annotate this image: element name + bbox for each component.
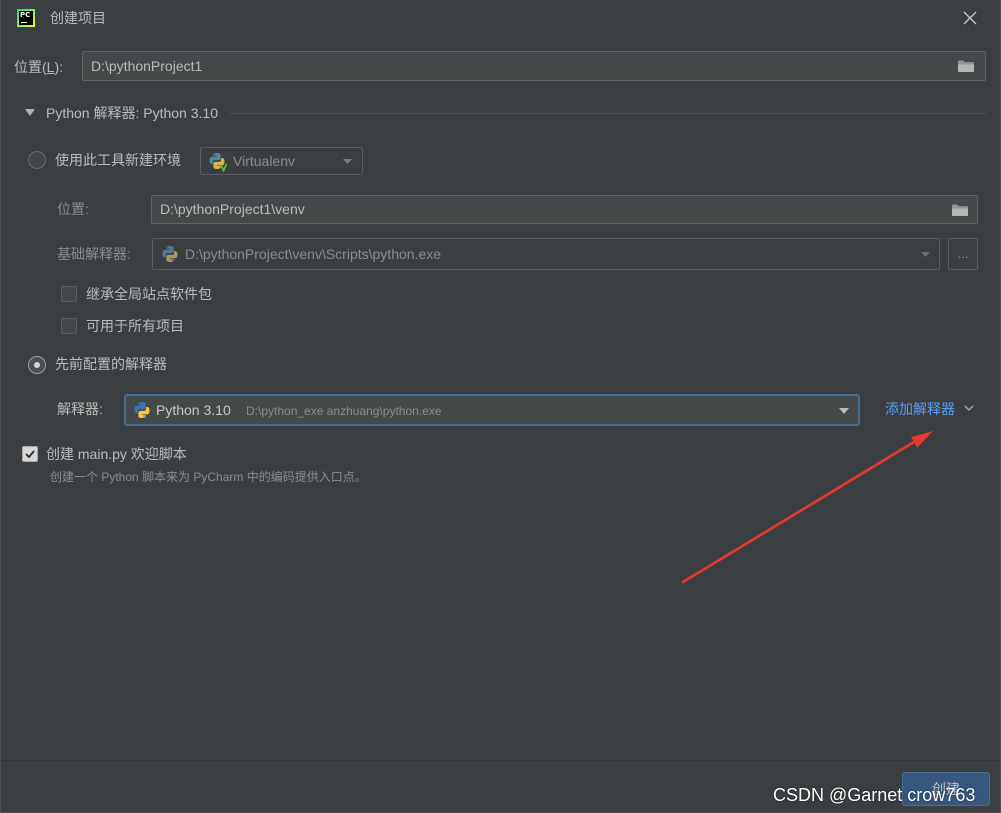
check-icon <box>25 450 35 459</box>
window-title: 创建项目 <box>50 10 106 26</box>
browse-button-label: ... <box>957 246 969 261</box>
location-label-prefix: 位置( <box>14 59 47 75</box>
new-env-label: 使用此工具新建环境 <box>55 152 181 168</box>
welcome-script-label: 创建 main.py 欢迎脚本 <box>46 446 187 462</box>
interpreter-name: Python 3.10 <box>156 402 231 418</box>
location-value: D:\pythonProject1 <box>91 58 203 74</box>
existing-interpreter-label: 先前配置的解释器 <box>55 356 167 372</box>
env-tool-dropdown[interactable]: Virtualenv <box>200 147 363 175</box>
python-icon <box>162 246 178 262</box>
interpreter-section-title: Python 解释器: Python 3.10 <box>46 105 218 121</box>
all-projects-checkbox[interactable] <box>61 318 77 334</box>
dropdown-arrow-icon <box>921 252 930 257</box>
new-env-radio[interactable] <box>28 151 46 169</box>
existing-interpreter-radio[interactable] <box>28 356 46 374</box>
pycharm-logo-icon: PC <box>17 9 35 27</box>
close-icon[interactable] <box>963 11 977 25</box>
location-label-suffix: ): <box>54 59 64 75</box>
footer-divider <box>0 760 1001 761</box>
inherit-packages-label: 继承全局站点软件包 <box>86 286 212 302</box>
location-label: 位置(L): <box>14 57 63 77</box>
env-tool-value: Virtualenv <box>233 153 296 169</box>
triangle-down-icon[interactable] <box>25 109 35 117</box>
venv-location-label: 位置: <box>57 201 89 217</box>
base-interpreter-label: 基础解释器: <box>57 246 131 262</box>
section-divider <box>229 112 986 114</box>
location-input[interactable]: D:\pythonProject1 <box>82 51 986 81</box>
folder-icon[interactable] <box>951 202 969 218</box>
venv-location-value: D:\pythonProject1\venv <box>160 201 305 217</box>
dropdown-arrow-icon <box>343 159 352 164</box>
browse-base-interpreter-button[interactable]: ... <box>948 238 978 270</box>
interpreter-section-header[interactable]: Python 解释器: Python 3.10 <box>25 103 986 123</box>
all-projects-label: 可用于所有项目 <box>86 318 184 334</box>
add-interpreter-link[interactable]: 添加解释器 <box>885 399 955 419</box>
interpreter-label: 解释器: <box>57 401 103 417</box>
folder-icon[interactable] <box>957 58 975 74</box>
interpreter-dropdown[interactable]: Python 3.10 D:\python_exe anzhuang\pytho… <box>124 394 860 426</box>
radio-dot <box>34 362 40 368</box>
base-interpreter-value: D:\pythonProject\venv\Scripts\python.exe <box>185 246 442 262</box>
welcome-script-hint: 创建一个 Python 脚本来为 PyCharm 中的编码提供入口点。 <box>50 470 367 484</box>
dropdown-arrow-icon <box>839 408 849 414</box>
virtualenv-python-icon <box>209 153 228 172</box>
watermark: CSDN @Garnet crow763 <box>773 785 976 805</box>
venv-location-input[interactable]: D:\pythonProject1\venv <box>151 195 978 224</box>
logo-text: PC <box>20 11 31 19</box>
chevron-down-icon[interactable] <box>964 405 974 412</box>
base-interpreter-dropdown[interactable]: D:\pythonProject\venv\Scripts\python.exe <box>152 238 940 270</box>
welcome-script-checkbox[interactable] <box>22 446 38 462</box>
python-icon <box>134 402 150 418</box>
logo-inner: PC <box>19 11 33 25</box>
logo-bar <box>21 22 27 23</box>
interpreter-path: D:\python_exe anzhuang\python.exe <box>246 404 442 418</box>
inherit-packages-checkbox[interactable] <box>61 286 77 302</box>
